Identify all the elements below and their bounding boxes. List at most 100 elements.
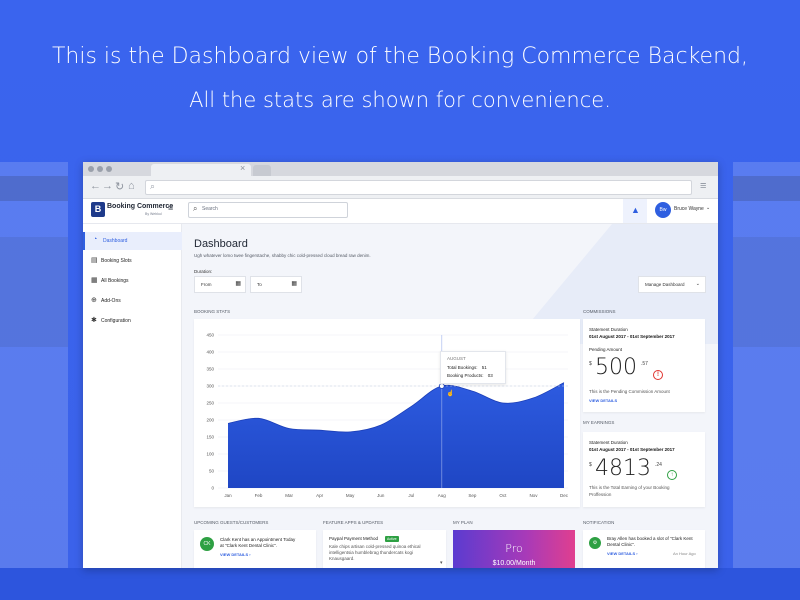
feature-text-line-1: Kale chips artisan cold-pressed quinoa e… bbox=[329, 544, 421, 549]
y-tick-label: 100 bbox=[206, 452, 214, 457]
duration-label: Duration: bbox=[194, 269, 213, 274]
x-tick-label: Nov bbox=[529, 493, 538, 498]
search-icon: ⌕ bbox=[193, 204, 198, 213]
plan-card[interactable]: Pro $10.00/Month bbox=[453, 530, 575, 568]
bottom-band bbox=[0, 568, 800, 600]
commissions-label: Commissions bbox=[583, 309, 616, 314]
y-tick-label: 250 bbox=[206, 401, 214, 406]
y-tick-label: 150 bbox=[206, 435, 214, 440]
home-icon[interactable]: ⌂ bbox=[128, 180, 135, 192]
avatar: CK bbox=[200, 537, 214, 551]
sidebar-item-label: Add-Ons bbox=[101, 298, 121, 304]
x-tick-label: Jun bbox=[377, 493, 385, 498]
plan-price: $10.00/Month bbox=[492, 560, 536, 567]
notification-card: ⚙ Bray Allen has booked a slot of "Clark… bbox=[583, 530, 705, 568]
search-input[interactable]: ⌕ Search bbox=[188, 202, 348, 218]
from-date-field[interactable]: From ▦ bbox=[194, 276, 246, 293]
statement-duration-label: Statement Duration bbox=[589, 440, 628, 445]
view-details-link[interactable]: VIEW DETAILS › bbox=[220, 552, 251, 557]
scroll-down-icon[interactable]: ▾ bbox=[440, 560, 443, 566]
currency-symbol: $ bbox=[589, 462, 592, 468]
notification-text-line-1: Bray Allen has booked a slot of "Clark K… bbox=[607, 536, 693, 541]
calendar-icon: ▦ bbox=[235, 281, 241, 287]
x-tick-label: Sep bbox=[468, 493, 477, 498]
earnings-description-line-2: Proffession bbox=[589, 492, 612, 497]
guest-text-line-1: Clark Kent has an Appointment Today bbox=[220, 537, 296, 542]
brand-subtitle: By Webkul bbox=[145, 212, 162, 216]
manage-dashboard-dropdown[interactable]: Manage Dashboard ⌄ bbox=[638, 276, 706, 293]
x-tick-label: Oct bbox=[499, 493, 507, 498]
page-subtitle: Ugh whatever lomo twee fingerstache, sha… bbox=[194, 253, 371, 258]
from-label: From bbox=[201, 282, 212, 287]
my-plan-label: My Plan bbox=[453, 520, 473, 525]
view-details-link[interactable]: VIEW DETAILS bbox=[589, 398, 617, 403]
browser-toolbar: ← → ↻ ⌂ ⌕ ≡ bbox=[83, 176, 718, 199]
sidebar-item-booking-slots[interactable]: ▤ Booking Slots bbox=[83, 252, 181, 270]
new-tab-button[interactable] bbox=[253, 165, 271, 176]
feature-update-card: Paypal Payment Method Active Kale chips … bbox=[323, 530, 446, 568]
pending-amount-cents: .57 bbox=[641, 361, 648, 367]
browser-tab[interactable] bbox=[151, 164, 251, 176]
search-icon: ⌕ bbox=[150, 181, 156, 191]
booking-stats-chart: 0 50 100 150 200 250 300 350 400 450 Jan Feb Mar Apr M… bbox=[194, 319, 580, 507]
avatar[interactable]: Bw bbox=[655, 202, 671, 218]
sidebar-item-configuration[interactable]: ✱ Configuration bbox=[83, 312, 181, 330]
browser-window: × ← → ↻ ⌂ ⌕ ≡ B Booking Commerce By Webk… bbox=[83, 162, 718, 568]
pending-description: This is the Pending Commission Amount bbox=[589, 389, 670, 394]
booking-stats-label: Booking Stats bbox=[194, 309, 231, 314]
booking-slots-icon: ▤ bbox=[91, 257, 98, 264]
sidebar-item-label: All Bookings bbox=[101, 278, 129, 284]
sidebar-item-label: Configuration bbox=[101, 318, 131, 324]
forward-arrow-icon[interactable]: → bbox=[102, 180, 113, 192]
bell-icon: ▲ bbox=[631, 205, 640, 215]
chevron-down-icon[interactable]: ⌄ bbox=[706, 205, 710, 211]
browser-tab-bar: × bbox=[83, 162, 718, 176]
earnings-description-line-1: This is the Total Earning of your Bookin… bbox=[589, 485, 670, 490]
y-tick-label: 300 bbox=[206, 384, 214, 389]
x-tick-label: Jan bbox=[224, 493, 232, 498]
notification-text-line-2: Dental Clinic". bbox=[607, 542, 636, 547]
y-tick-label: 200 bbox=[206, 418, 214, 423]
currency-symbol: $ bbox=[589, 361, 592, 367]
to-date-field[interactable]: To ▦ bbox=[250, 276, 302, 293]
brand-name: Booking Commerce bbox=[107, 203, 174, 210]
notification-icon: ⚙ bbox=[589, 537, 601, 549]
x-tick-label: May bbox=[346, 493, 355, 498]
window-minimize-dot[interactable] bbox=[97, 166, 103, 172]
feature-apps-label: Feature Apps & Updates bbox=[323, 520, 384, 525]
plan-name: Pro bbox=[505, 542, 523, 555]
pending-amount-value: 500 bbox=[595, 355, 637, 380]
tab-close-icon[interactable]: × bbox=[240, 163, 245, 173]
browser-menu-icon[interactable]: ≡ bbox=[700, 180, 706, 192]
to-label: To bbox=[257, 282, 262, 287]
sidebar-item-add-ons[interactable]: ⊕ Add-Ons bbox=[83, 292, 181, 310]
upcoming-guests-label: Upcoming Guests/Customers bbox=[194, 520, 269, 525]
main-content: Dashboard Ugh whatever lomo twee fingers… bbox=[182, 224, 718, 568]
sidebar-item-dashboard[interactable]: ◔ Dashboard bbox=[83, 232, 183, 250]
back-arrow-icon[interactable]: ← bbox=[90, 180, 101, 192]
sidebar-item-label: Booking Slots bbox=[101, 258, 132, 264]
feature-title: Paypal Payment Method bbox=[329, 536, 379, 541]
alert-icon: ! bbox=[653, 370, 663, 380]
x-tick-label: Jul bbox=[408, 493, 414, 498]
sidebar-item-all-bookings[interactable]: ▦ All Bookings bbox=[83, 272, 181, 290]
address-bar[interactable]: ⌕ bbox=[145, 180, 692, 195]
reload-icon[interactable]: ↻ bbox=[115, 180, 124, 193]
y-tick-label: 0 bbox=[211, 486, 214, 491]
sidebar: ◔ Dashboard ▤ Booking Slots ▦ All Bookin… bbox=[83, 224, 183, 568]
notification-time: An Hour Ago bbox=[673, 551, 696, 556]
user-name[interactable]: Bruce Wayne bbox=[674, 206, 704, 212]
x-tick-label: Mar bbox=[285, 493, 293, 498]
hamburger-menu-icon[interactable]: ≡ bbox=[168, 203, 173, 213]
window-close-dot[interactable] bbox=[88, 166, 94, 172]
chart-svg: 0 50 100 150 200 250 300 350 400 450 Jan Feb Mar Apr M… bbox=[206, 333, 568, 499]
y-tick-label: 450 bbox=[206, 333, 214, 338]
tooltip-booking-products: Booking Products: 03 bbox=[447, 373, 493, 378]
guest-text-line-2: at "Clark Kent Dental Clinic". bbox=[220, 543, 277, 548]
view-details-link[interactable]: VIEW DETAILS › bbox=[607, 551, 638, 556]
cursor-icon: ☝ bbox=[447, 389, 454, 397]
notifications-button[interactable]: ▲ bbox=[623, 199, 647, 223]
y-tick-label: 350 bbox=[206, 367, 214, 372]
window-maximize-dot[interactable] bbox=[106, 166, 112, 172]
search-placeholder: Search bbox=[202, 206, 218, 212]
